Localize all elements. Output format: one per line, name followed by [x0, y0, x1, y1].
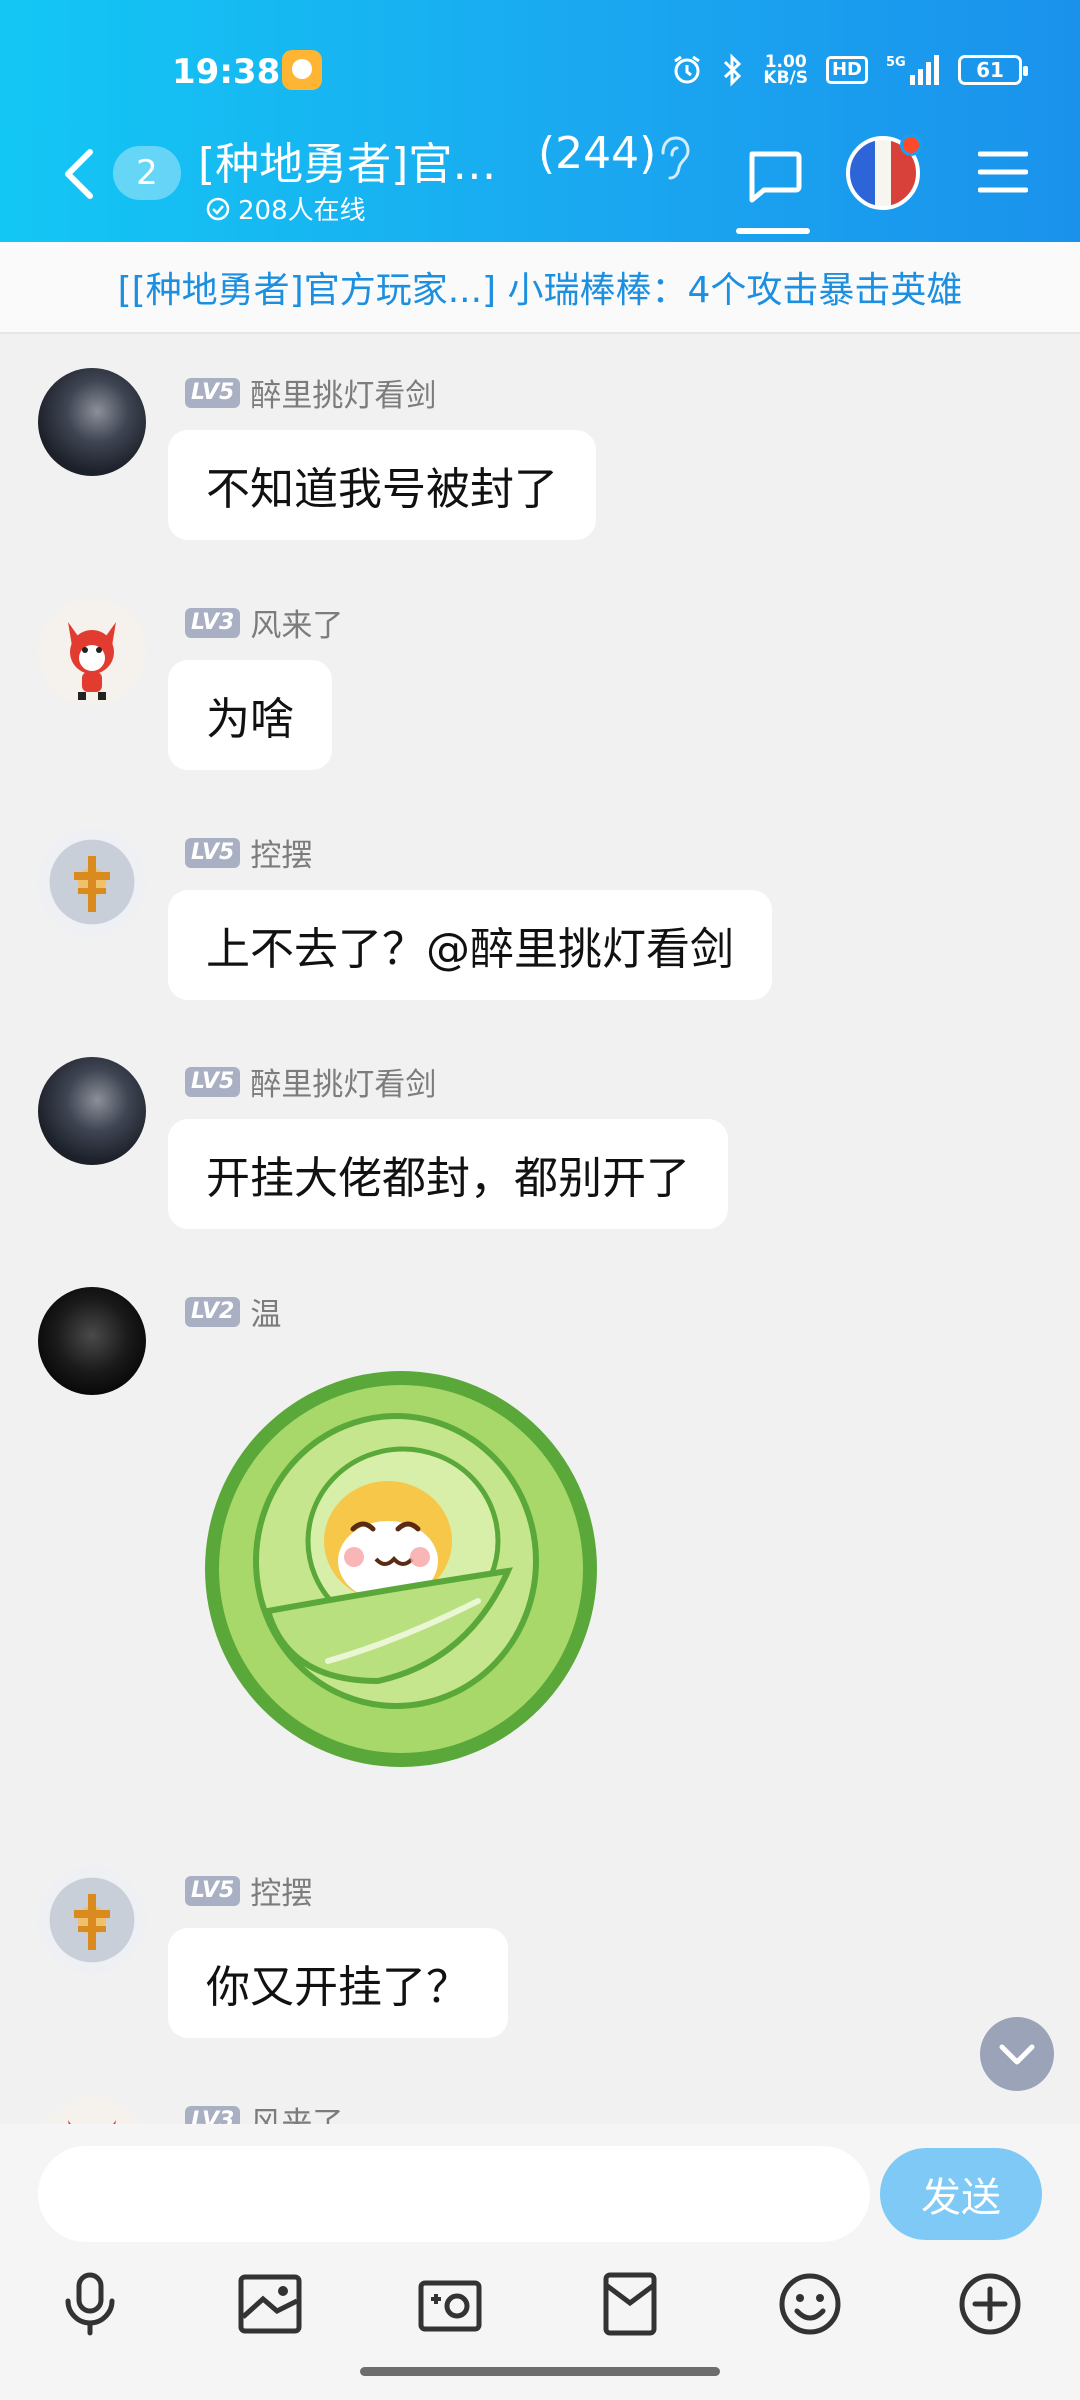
nickname[interactable]: 风来了	[250, 600, 343, 645]
group-title[interactable]: [种地勇者]官…	[198, 128, 496, 192]
announcement-text[interactable]: [[种地勇者]官方玩家...] 小瑞棒棒：4个攻击暴击英雄	[118, 261, 963, 313]
status-icons: 1.00 KB/S HD 5G 61	[671, 50, 1028, 90]
announcement-bar[interactable]: [[种地勇者]官方玩家...] 小瑞棒棒：4个攻击暴击英雄	[0, 242, 1080, 334]
message-meta: LV2 温	[185, 1289, 281, 1334]
avatar[interactable]	[38, 1287, 146, 1395]
send-button[interactable]: 发送	[880, 2148, 1042, 2240]
avatar[interactable]	[38, 1866, 146, 1974]
notification-dot	[900, 134, 922, 156]
app-notification-icon	[282, 50, 322, 90]
battery-indicator: 61	[958, 55, 1028, 85]
menu-icon[interactable]	[977, 150, 1029, 194]
red-packet-icon[interactable]	[590, 2264, 670, 2344]
back-arrow-icon[interactable]	[58, 148, 100, 200]
network-speed: 1.00 KB/S	[763, 52, 808, 88]
avatar[interactable]	[38, 1057, 146, 1165]
svg-text:5G: 5G	[886, 55, 906, 70]
active-tab-indicator	[736, 228, 810, 234]
input-area: 发送	[0, 2124, 1080, 2400]
home-indicator[interactable]	[360, 2367, 720, 2376]
nickname[interactable]: 醉里挑灯看剑	[250, 1059, 436, 1104]
chat-header: 19:38 1.00 KB/S HD 5G 61 2 [种地勇者]官… (244)…	[0, 0, 1080, 242]
chat-tab-icon[interactable]	[744, 148, 804, 204]
message-bubble[interactable]: 不知道我号被封了	[168, 430, 596, 540]
online-count: 208人在线	[238, 196, 366, 226]
status-time: 19:38	[172, 52, 281, 92]
message-meta: LV3 风来了	[185, 600, 343, 645]
nickname[interactable]: 温	[250, 1289, 281, 1334]
level-badge: LV2	[185, 1296, 241, 1327]
plus-icon[interactable]	[950, 2264, 1030, 2344]
bluetooth-icon	[721, 53, 745, 87]
ear-mode-icon[interactable]	[655, 133, 691, 183]
signal-icon: 5G	[886, 53, 940, 87]
status-bar: 19:38 1.00 KB/S HD 5G 61	[0, 0, 1080, 140]
level-badge: LV5	[185, 837, 241, 868]
message-meta: LV5 控摆	[185, 830, 312, 875]
message-bubble[interactable]: 为啥	[168, 660, 332, 770]
message-bubble[interactable]: 开挂大佬都封，都别开了	[168, 1119, 728, 1229]
online-check-icon	[206, 197, 230, 221]
member-count[interactable]: (244)	[538, 128, 656, 179]
level-badge: LV3	[185, 607, 241, 638]
level-badge: LV5	[185, 1875, 241, 1906]
nickname[interactable]: 醉里挑灯看剑	[250, 370, 436, 415]
nickname[interactable]: 控摆	[250, 830, 312, 875]
message-bubble[interactable]: 上不去了？@醉里挑灯看剑	[168, 890, 772, 1000]
mic-icon[interactable]	[50, 2264, 130, 2344]
alarm-icon	[671, 54, 703, 86]
message-meta: LV5 醉里挑灯看剑	[185, 370, 436, 415]
avatar[interactable]	[38, 828, 146, 936]
avatar[interactable]	[38, 368, 146, 476]
level-badge: LV5	[185, 377, 241, 408]
emoji-icon[interactable]	[770, 2264, 850, 2344]
level-badge: LV5	[185, 1066, 241, 1097]
scroll-to-bottom-button[interactable]	[980, 2017, 1054, 2091]
message-meta: LV5 醉里挑灯看剑	[185, 1059, 436, 1104]
message-input[interactable]	[38, 2146, 870, 2242]
unread-count-badge[interactable]: 2	[113, 146, 181, 200]
online-status: 208人在线	[206, 190, 366, 227]
avatar[interactable]	[38, 598, 146, 706]
cabbage-dog-sticker[interactable]	[198, 1361, 604, 1771]
nickname[interactable]: 控摆	[250, 1868, 312, 1913]
message-meta: LV5 控摆	[185, 1868, 312, 1913]
message-bubble[interactable]: 你又开挂了？	[168, 1928, 508, 2038]
chevron-down-icon	[999, 2044, 1035, 2065]
hd-badge: HD	[825, 56, 868, 84]
camera-icon[interactable]	[410, 2264, 490, 2344]
image-icon[interactable]	[230, 2264, 310, 2344]
